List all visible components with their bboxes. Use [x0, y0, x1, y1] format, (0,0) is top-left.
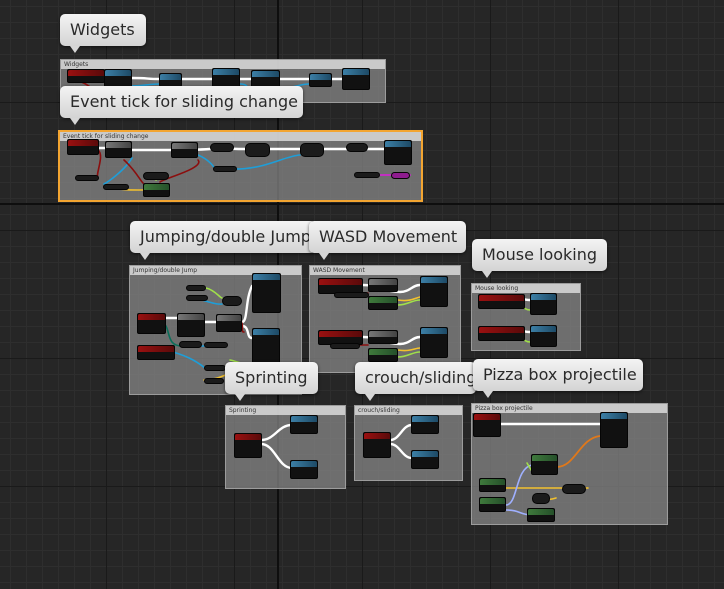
set-variable-node[interactable] [300, 143, 324, 157]
pure-node[interactable] [479, 478, 506, 492]
input-action-node[interactable] [137, 313, 166, 334]
input-action-node[interactable] [234, 433, 262, 458]
math-node[interactable] [532, 493, 550, 504]
input-action-node[interactable] [473, 413, 501, 437]
getter-node[interactable] [334, 292, 369, 298]
getter-node[interactable] [204, 342, 228, 348]
branch-node[interactable] [177, 313, 205, 337]
comment-bubble-jumping[interactable]: Jumping/double Jump [130, 221, 316, 260]
getter-node[interactable] [186, 295, 208, 301]
getter-node[interactable] [204, 378, 224, 384]
input-axis-node[interactable] [478, 294, 525, 309]
function-node[interactable] [309, 73, 332, 87]
pure-node[interactable] [368, 348, 398, 362]
input-axis-node[interactable] [478, 326, 525, 341]
comment-header-mouse: Mouse looking [472, 284, 580, 293]
comment-bubble-wasd[interactable]: WASD Movement [309, 221, 466, 260]
getter-node[interactable] [213, 166, 237, 172]
pure-node[interactable] [479, 497, 506, 512]
comment-bubble-pizza[interactable]: Pizza box projectile [473, 359, 643, 398]
getter-node[interactable] [103, 184, 129, 190]
comment-bubble-widgets[interactable]: Widgets [60, 14, 146, 53]
getter-node[interactable] [179, 341, 202, 348]
crouch-node[interactable] [411, 415, 439, 434]
add-movement-input-node[interactable] [420, 327, 448, 358]
input-action-node[interactable] [363, 432, 391, 458]
event-node[interactable] [67, 69, 105, 83]
pure-node[interactable] [531, 454, 558, 475]
set-variable-node[interactable] [210, 143, 234, 152]
branch-node[interactable] [171, 142, 198, 158]
getter-node[interactable] [354, 172, 380, 178]
pure-node[interactable] [143, 183, 170, 197]
getter-node[interactable] [75, 175, 99, 181]
event-tick-node[interactable] [67, 139, 99, 155]
input-action-node[interactable] [137, 345, 175, 360]
uncrouch-node[interactable] [411, 450, 439, 469]
comment-header-sprinting: Sprinting [226, 406, 345, 415]
math-node[interactable] [562, 484, 586, 494]
add-controller-input-node[interactable] [530, 325, 557, 347]
function-node[interactable] [252, 273, 281, 313]
function-node[interactable] [342, 68, 370, 90]
branch-node[interactable] [105, 141, 132, 158]
getter-node[interactable] [204, 365, 226, 371]
getter-node[interactable] [186, 285, 206, 291]
function-node[interactable] [368, 278, 398, 292]
set-variable-node[interactable] [245, 143, 270, 157]
function-node[interactable] [159, 73, 182, 87]
function-node[interactable] [368, 330, 398, 344]
set-variable-node[interactable] [346, 143, 368, 152]
comment-bubble-event-tick[interactable]: Event tick for sliding change [60, 86, 303, 125]
comment-bubble-crouch[interactable]: crouch/sliding [355, 362, 476, 401]
add-controller-input-node[interactable] [530, 293, 557, 315]
set-walk-speed-node[interactable] [290, 460, 318, 479]
getter-node[interactable] [143, 172, 169, 180]
comment-header-crouch: crouch/sliding [355, 406, 462, 415]
add-movement-input-node[interactable] [420, 276, 448, 307]
branch-node[interactable] [216, 314, 242, 332]
set-walk-speed-node[interactable] [290, 415, 318, 434]
comment-header-wasd: WASD Movement [310, 266, 460, 275]
getter-node[interactable] [391, 172, 410, 179]
comment-header-event-tick: Event tick for sliding change [60, 132, 421, 141]
comment-bubble-mouse[interactable]: Mouse looking [472, 239, 607, 278]
pure-node[interactable] [527, 508, 555, 522]
grid-origin-horizontal [0, 203, 724, 205]
timeline-node[interactable] [384, 140, 412, 165]
pure-node[interactable] [368, 296, 398, 310]
comment-bubble-sprinting[interactable]: Sprinting [225, 362, 318, 401]
comment-header-pizza: Pizza box projectile [472, 404, 667, 413]
getter-node[interactable] [330, 343, 360, 349]
spawn-actor-node[interactable] [600, 412, 628, 448]
getter-node[interactable] [222, 296, 242, 306]
